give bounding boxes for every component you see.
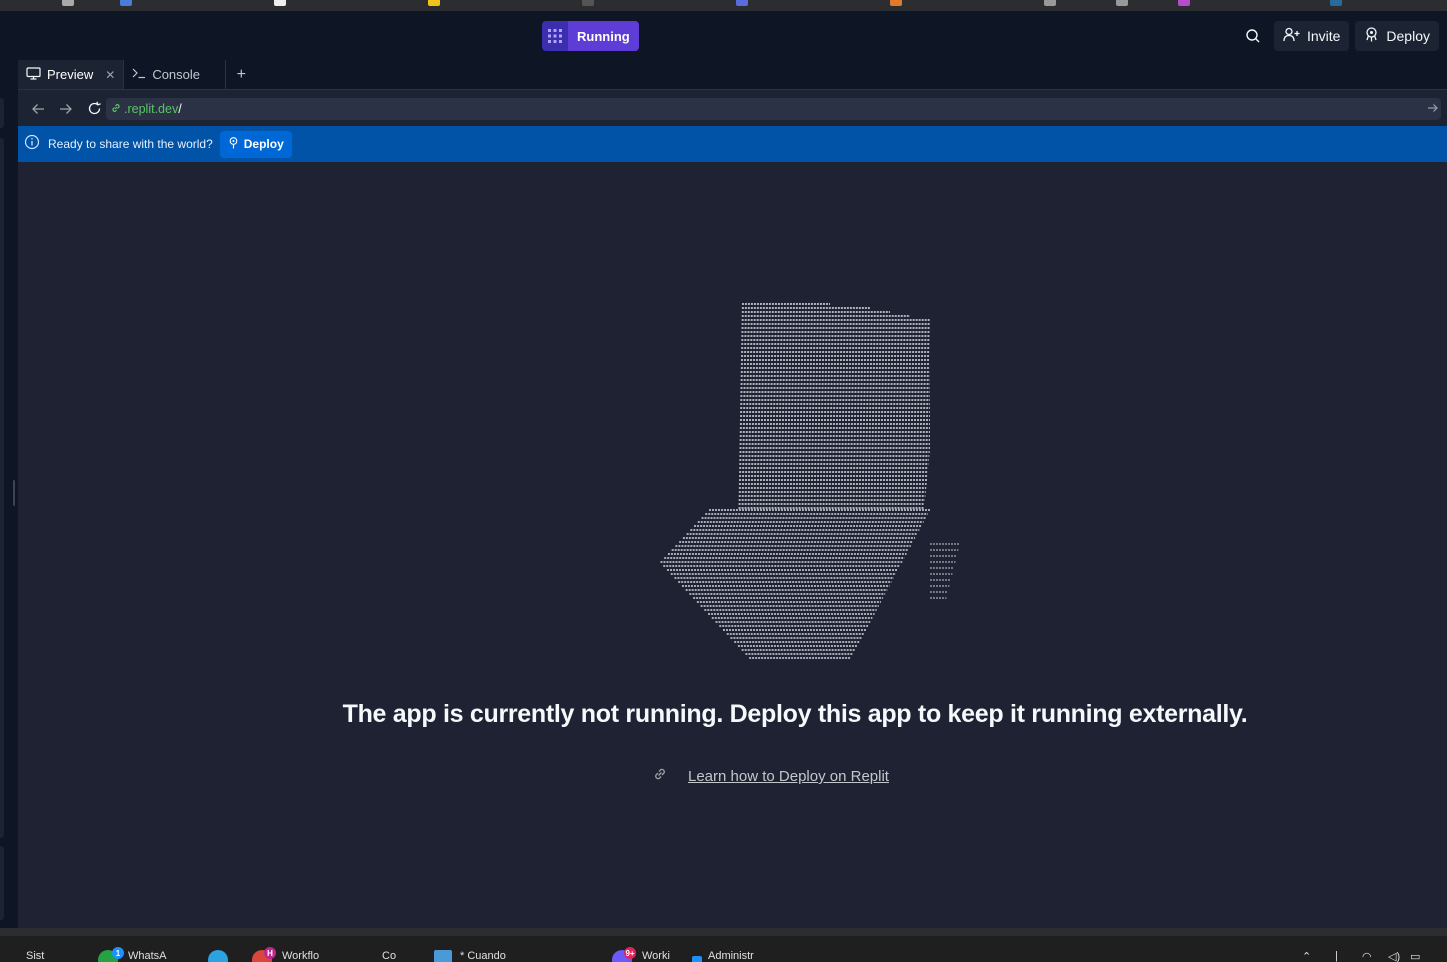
deploy-icon bbox=[1364, 27, 1379, 45]
terminal-icon bbox=[132, 67, 146, 82]
back-icon[interactable] bbox=[24, 95, 52, 123]
profile-badge: H bbox=[264, 947, 276, 959]
preview-url-bar: .replit.dev / bbox=[18, 91, 1447, 126]
window-bottom-edge bbox=[0, 928, 1447, 936]
deploy-banner: Ready to share with the world? Deploy bbox=[18, 126, 1447, 162]
pane-tab-bar: Preview ✕ Console + bbox=[18, 60, 1447, 90]
browser-tab-icon[interactable] bbox=[428, 0, 440, 6]
taskbar-item[interactable]: Sist bbox=[26, 950, 44, 962]
os-taskbar: Sist 1 WhatsA H Workflo Co * Cuando 9+ W… bbox=[0, 936, 1447, 962]
monitor-icon bbox=[26, 66, 41, 83]
reload-icon[interactable] bbox=[80, 95, 108, 123]
browser-tab-icon[interactable] bbox=[120, 0, 132, 6]
taskbar-item[interactable]: Worki bbox=[642, 950, 670, 962]
telegram-icon[interactable] bbox=[208, 950, 228, 962]
battery-icon[interactable]: ▭ bbox=[1410, 950, 1420, 962]
app-icon[interactable] bbox=[692, 956, 702, 962]
banner-deploy-label: Deploy bbox=[243, 137, 284, 151]
taskbar-item[interactable]: Administr bbox=[708, 950, 754, 962]
collapsed-panel[interactable] bbox=[0, 846, 4, 920]
taskbar-item[interactable]: Co bbox=[382, 950, 396, 962]
browser-tab-icon[interactable] bbox=[736, 0, 748, 6]
resize-handle[interactable] bbox=[13, 480, 15, 506]
run-button-group[interactable]: Running bbox=[542, 21, 639, 51]
not-running-message: The app is currently not running. Deploy… bbox=[342, 700, 1248, 728]
url-path: / bbox=[178, 102, 182, 116]
workflow-icon[interactable] bbox=[542, 21, 568, 51]
link-icon bbox=[652, 766, 668, 787]
taskbar-item[interactable]: Workflo bbox=[282, 950, 319, 962]
browser-tab-icon[interactable] bbox=[1044, 0, 1056, 6]
left-panel-edge bbox=[0, 60, 12, 928]
run-button[interactable]: Running bbox=[568, 21, 639, 51]
add-user-icon bbox=[1283, 27, 1300, 45]
learn-deploy-link[interactable]: Learn how to Deploy on Replit bbox=[688, 768, 889, 785]
tab-console-label: Console bbox=[152, 67, 201, 82]
search-icon[interactable] bbox=[1238, 21, 1268, 51]
workspace-header: Running Invite Deploy bbox=[0, 11, 1447, 60]
url-input[interactable]: .replit.dev / bbox=[106, 98, 1441, 120]
browser-tab-icon[interactable] bbox=[582, 0, 594, 6]
collapsed-panel[interactable] bbox=[0, 98, 4, 128]
browser-tab-strip bbox=[0, 0, 1447, 11]
tray-chevron-icon[interactable]: ⌃ bbox=[1302, 950, 1311, 962]
browser-tab-icon[interactable] bbox=[62, 0, 74, 6]
deploy-icon bbox=[228, 136, 239, 152]
header-actions: Invite Deploy bbox=[1238, 21, 1439, 51]
link-icon bbox=[110, 102, 122, 117]
deploy-label: Deploy bbox=[1386, 28, 1430, 44]
learn-link-row: Learn how to Deploy on Replit bbox=[652, 766, 889, 787]
browser-tab-icon[interactable] bbox=[274, 0, 286, 6]
browser-tab-icon[interactable] bbox=[1178, 0, 1190, 6]
forward-icon[interactable] bbox=[52, 95, 80, 123]
browser-tab-icon[interactable] bbox=[1116, 0, 1128, 6]
microphone-icon[interactable]: | bbox=[1335, 950, 1338, 962]
wifi-icon[interactable]: ◠ bbox=[1362, 950, 1372, 962]
volume-icon[interactable]: ◁) bbox=[1388, 950, 1400, 962]
ascii-art-illustration bbox=[660, 303, 960, 659]
preview-content: The app is currently not running. Deploy… bbox=[18, 162, 1447, 928]
invite-label: Invite bbox=[1306, 28, 1341, 44]
taskbar-item[interactable]: WhatsA bbox=[128, 950, 167, 962]
notification-badge: 1 bbox=[112, 947, 124, 959]
add-tab-button[interactable]: + bbox=[226, 60, 256, 89]
browser-tab-icon[interactable] bbox=[890, 0, 902, 6]
banner-deploy-button[interactable]: Deploy bbox=[219, 130, 292, 158]
collapsed-panel[interactable] bbox=[0, 138, 4, 838]
banner-message: Ready to share with the world? bbox=[48, 137, 213, 151]
tab-console[interactable]: Console bbox=[124, 60, 227, 89]
taskbar-item[interactable]: * Cuando bbox=[460, 950, 506, 962]
close-icon[interactable]: ✕ bbox=[105, 68, 115, 82]
open-arrow-icon[interactable] bbox=[1427, 101, 1439, 118]
tab-preview[interactable]: Preview ✕ bbox=[18, 60, 125, 89]
notification-badge: 9+ bbox=[624, 947, 636, 959]
url-host: .replit.dev bbox=[124, 102, 179, 116]
preview-pane: Preview ✕ Console + .replit.dev / Ready … bbox=[18, 60, 1447, 928]
info-icon bbox=[24, 134, 40, 155]
invite-button[interactable]: Invite bbox=[1273, 21, 1350, 51]
deploy-button[interactable]: Deploy bbox=[1355, 21, 1439, 51]
notepad-icon[interactable] bbox=[434, 950, 452, 962]
tab-preview-label: Preview bbox=[47, 67, 94, 82]
browser-tab-icon[interactable] bbox=[1330, 0, 1342, 6]
